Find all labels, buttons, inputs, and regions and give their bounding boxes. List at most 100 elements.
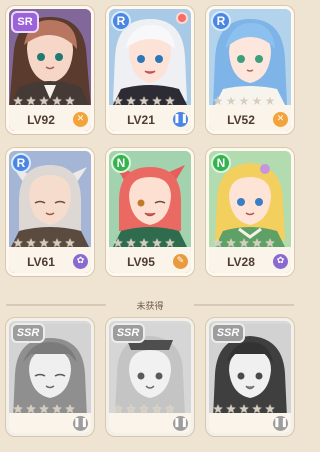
star-icon: ★ <box>151 236 163 250</box>
rarity-badge: N <box>111 153 131 173</box>
star-icon: ★ <box>264 236 276 250</box>
star-icon: ★ <box>125 236 137 250</box>
star-icon: ★ <box>151 402 163 416</box>
rarity-badge: N <box>211 153 231 173</box>
star-icon: ★ <box>64 402 76 416</box>
star-rating: ★ ★ ★ ★ ★ <box>112 403 176 415</box>
hero-info-bar: ★ ★ ★ ★ ★ LV61 ✿ <box>9 237 91 273</box>
star-icon: ★ <box>25 236 37 250</box>
star-icon: ★ <box>64 236 76 250</box>
star-icon: ★ <box>125 94 137 108</box>
hero-level: LV92 <box>27 113 55 127</box>
star-icon: ★ <box>251 94 263 108</box>
star-rating: ★ ★ ★ ★ ★ <box>12 95 76 107</box>
star-icon: ★ <box>25 402 37 416</box>
star-rating: ★ ★ ★ ★ ★ <box>212 237 276 249</box>
star-icon: ★ <box>251 236 263 250</box>
star-icon: ★ <box>212 94 224 108</box>
star-rating: ★ ★ ★ ★ ★ <box>112 237 176 249</box>
star-icon: ★ <box>112 402 124 416</box>
star-icon: ★ <box>251 402 263 416</box>
star-icon: ★ <box>225 236 237 250</box>
star-icon: ★ <box>125 402 137 416</box>
hero-level: LV95 <box>127 255 155 269</box>
rarity-badge: SSR <box>111 323 145 343</box>
star-icon: ★ <box>264 402 276 416</box>
star-icon: ★ <box>164 236 176 250</box>
hero-info-bar: ★ ★ ★ ★ ★ LV21 ❚❚ <box>109 95 191 131</box>
rarity-badge: R <box>211 11 231 31</box>
divider-line <box>6 304 106 306</box>
star-icon: ★ <box>164 94 176 108</box>
crossed-swords-icon: ✕ <box>73 112 88 127</box>
star-icon: ★ <box>38 402 50 416</box>
star-icon: ★ <box>51 236 63 250</box>
star-rating: ★ ★ ★ ★ ★ <box>12 403 76 415</box>
star-icon: ★ <box>12 402 24 416</box>
star-rating: ★ ★ ★ ★ ★ <box>112 95 176 107</box>
star-icon: ★ <box>12 236 24 250</box>
pillars-icon: ❚❚ <box>273 416 288 431</box>
staff-icon: ✎ <box>173 254 188 269</box>
locked-hero-card[interactable]: SSR ★ ★ ★ ★ ★ ❚❚ <box>106 318 194 436</box>
pillars-icon: ❚❚ <box>173 112 188 127</box>
star-shield-icon: ✕ <box>273 112 288 127</box>
hero-info-bar: ★ ★ ★ ★ ★ LV52 ✕ <box>209 95 291 131</box>
star-icon: ★ <box>51 94 63 108</box>
star-icon: ★ <box>151 94 163 108</box>
section-divider: 未获得 <box>0 296 300 314</box>
hero-info-bar: ★ ★ ★ ★ ★ LV28 ✿ <box>209 237 291 273</box>
hero-card[interactable]: R ★ ★ ★ ★ ★ LV21 ❚❚ <box>106 6 194 134</box>
hero-level: LV28 <box>227 255 255 269</box>
star-icon: ★ <box>12 94 24 108</box>
star-icon: ★ <box>225 94 237 108</box>
star-icon: ★ <box>112 94 124 108</box>
hero-info-bar: ★ ★ ★ ★ ★ LV95 ✎ <box>109 237 191 273</box>
rarity-badge: SSR <box>11 323 45 343</box>
hero-info-bar: ★ ★ ★ ★ ★ ❚❚ <box>209 403 291 433</box>
star-icon: ★ <box>138 94 150 108</box>
star-rating: ★ ★ ★ ★ ★ <box>212 403 276 415</box>
star-icon: ★ <box>112 236 124 250</box>
rarity-badge: R <box>11 153 31 173</box>
hero-info-bar: ★ ★ ★ ★ ★ ❚❚ <box>109 403 191 433</box>
star-icon: ★ <box>25 94 37 108</box>
star-icon: ★ <box>264 94 276 108</box>
star-icon: ★ <box>238 402 250 416</box>
star-icon: ★ <box>64 94 76 108</box>
hero-card[interactable]: SR ★ ★ ★ ★ ★ LV92 ✕ <box>6 6 94 134</box>
rarity-badge: SR <box>11 11 39 33</box>
flower-icon: ✿ <box>73 254 88 269</box>
star-icon: ★ <box>38 236 50 250</box>
pillars-icon: ❚❚ <box>173 416 188 431</box>
star-icon: ★ <box>164 402 176 416</box>
hero-level: LV21 <box>127 113 155 127</box>
hero-card[interactable]: R ★ ★ ★ ★ ★ LV61 ✿ <box>6 148 94 276</box>
hero-level: LV52 <box>227 113 255 127</box>
locked-hero-card[interactable]: SSR ★ ★ ★ ★ ★ ❚❚ <box>206 318 294 436</box>
rarity-badge: SSR <box>211 323 245 343</box>
hero-card[interactable]: N ★ ★ ★ ★ ★ LV28 ✿ <box>206 148 294 276</box>
hero-card[interactable]: N ★ ★ ★ ★ ★ LV95 ✎ <box>106 148 194 276</box>
star-rating: ★ ★ ★ ★ ★ <box>212 95 276 107</box>
star-icon: ★ <box>238 236 250 250</box>
star-icon: ★ <box>212 236 224 250</box>
pillars-icon: ❚❚ <box>73 416 88 431</box>
notification-dot-icon <box>176 12 188 24</box>
divider-line <box>194 304 294 306</box>
flower-icon: ✿ <box>273 254 288 269</box>
star-icon: ★ <box>238 94 250 108</box>
hero-info-bar: ★ ★ ★ ★ ★ LV92 ✕ <box>9 95 91 131</box>
star-rating: ★ ★ ★ ★ ★ <box>12 237 76 249</box>
star-icon: ★ <box>51 402 63 416</box>
hero-card[interactable]: R ★ ★ ★ ★ ★ LV52 ✕ <box>206 6 294 134</box>
star-icon: ★ <box>38 94 50 108</box>
star-icon: ★ <box>138 402 150 416</box>
rarity-badge: R <box>111 11 131 31</box>
star-icon: ★ <box>138 236 150 250</box>
locked-hero-card[interactable]: SSR ★ ★ ★ ★ ★ ❚❚ <box>6 318 94 436</box>
star-icon: ★ <box>212 402 224 416</box>
not-obtained-label: 未获得 <box>136 301 164 312</box>
hero-info-bar: ★ ★ ★ ★ ★ ❚❚ <box>9 403 91 433</box>
hero-level: LV61 <box>27 255 55 269</box>
